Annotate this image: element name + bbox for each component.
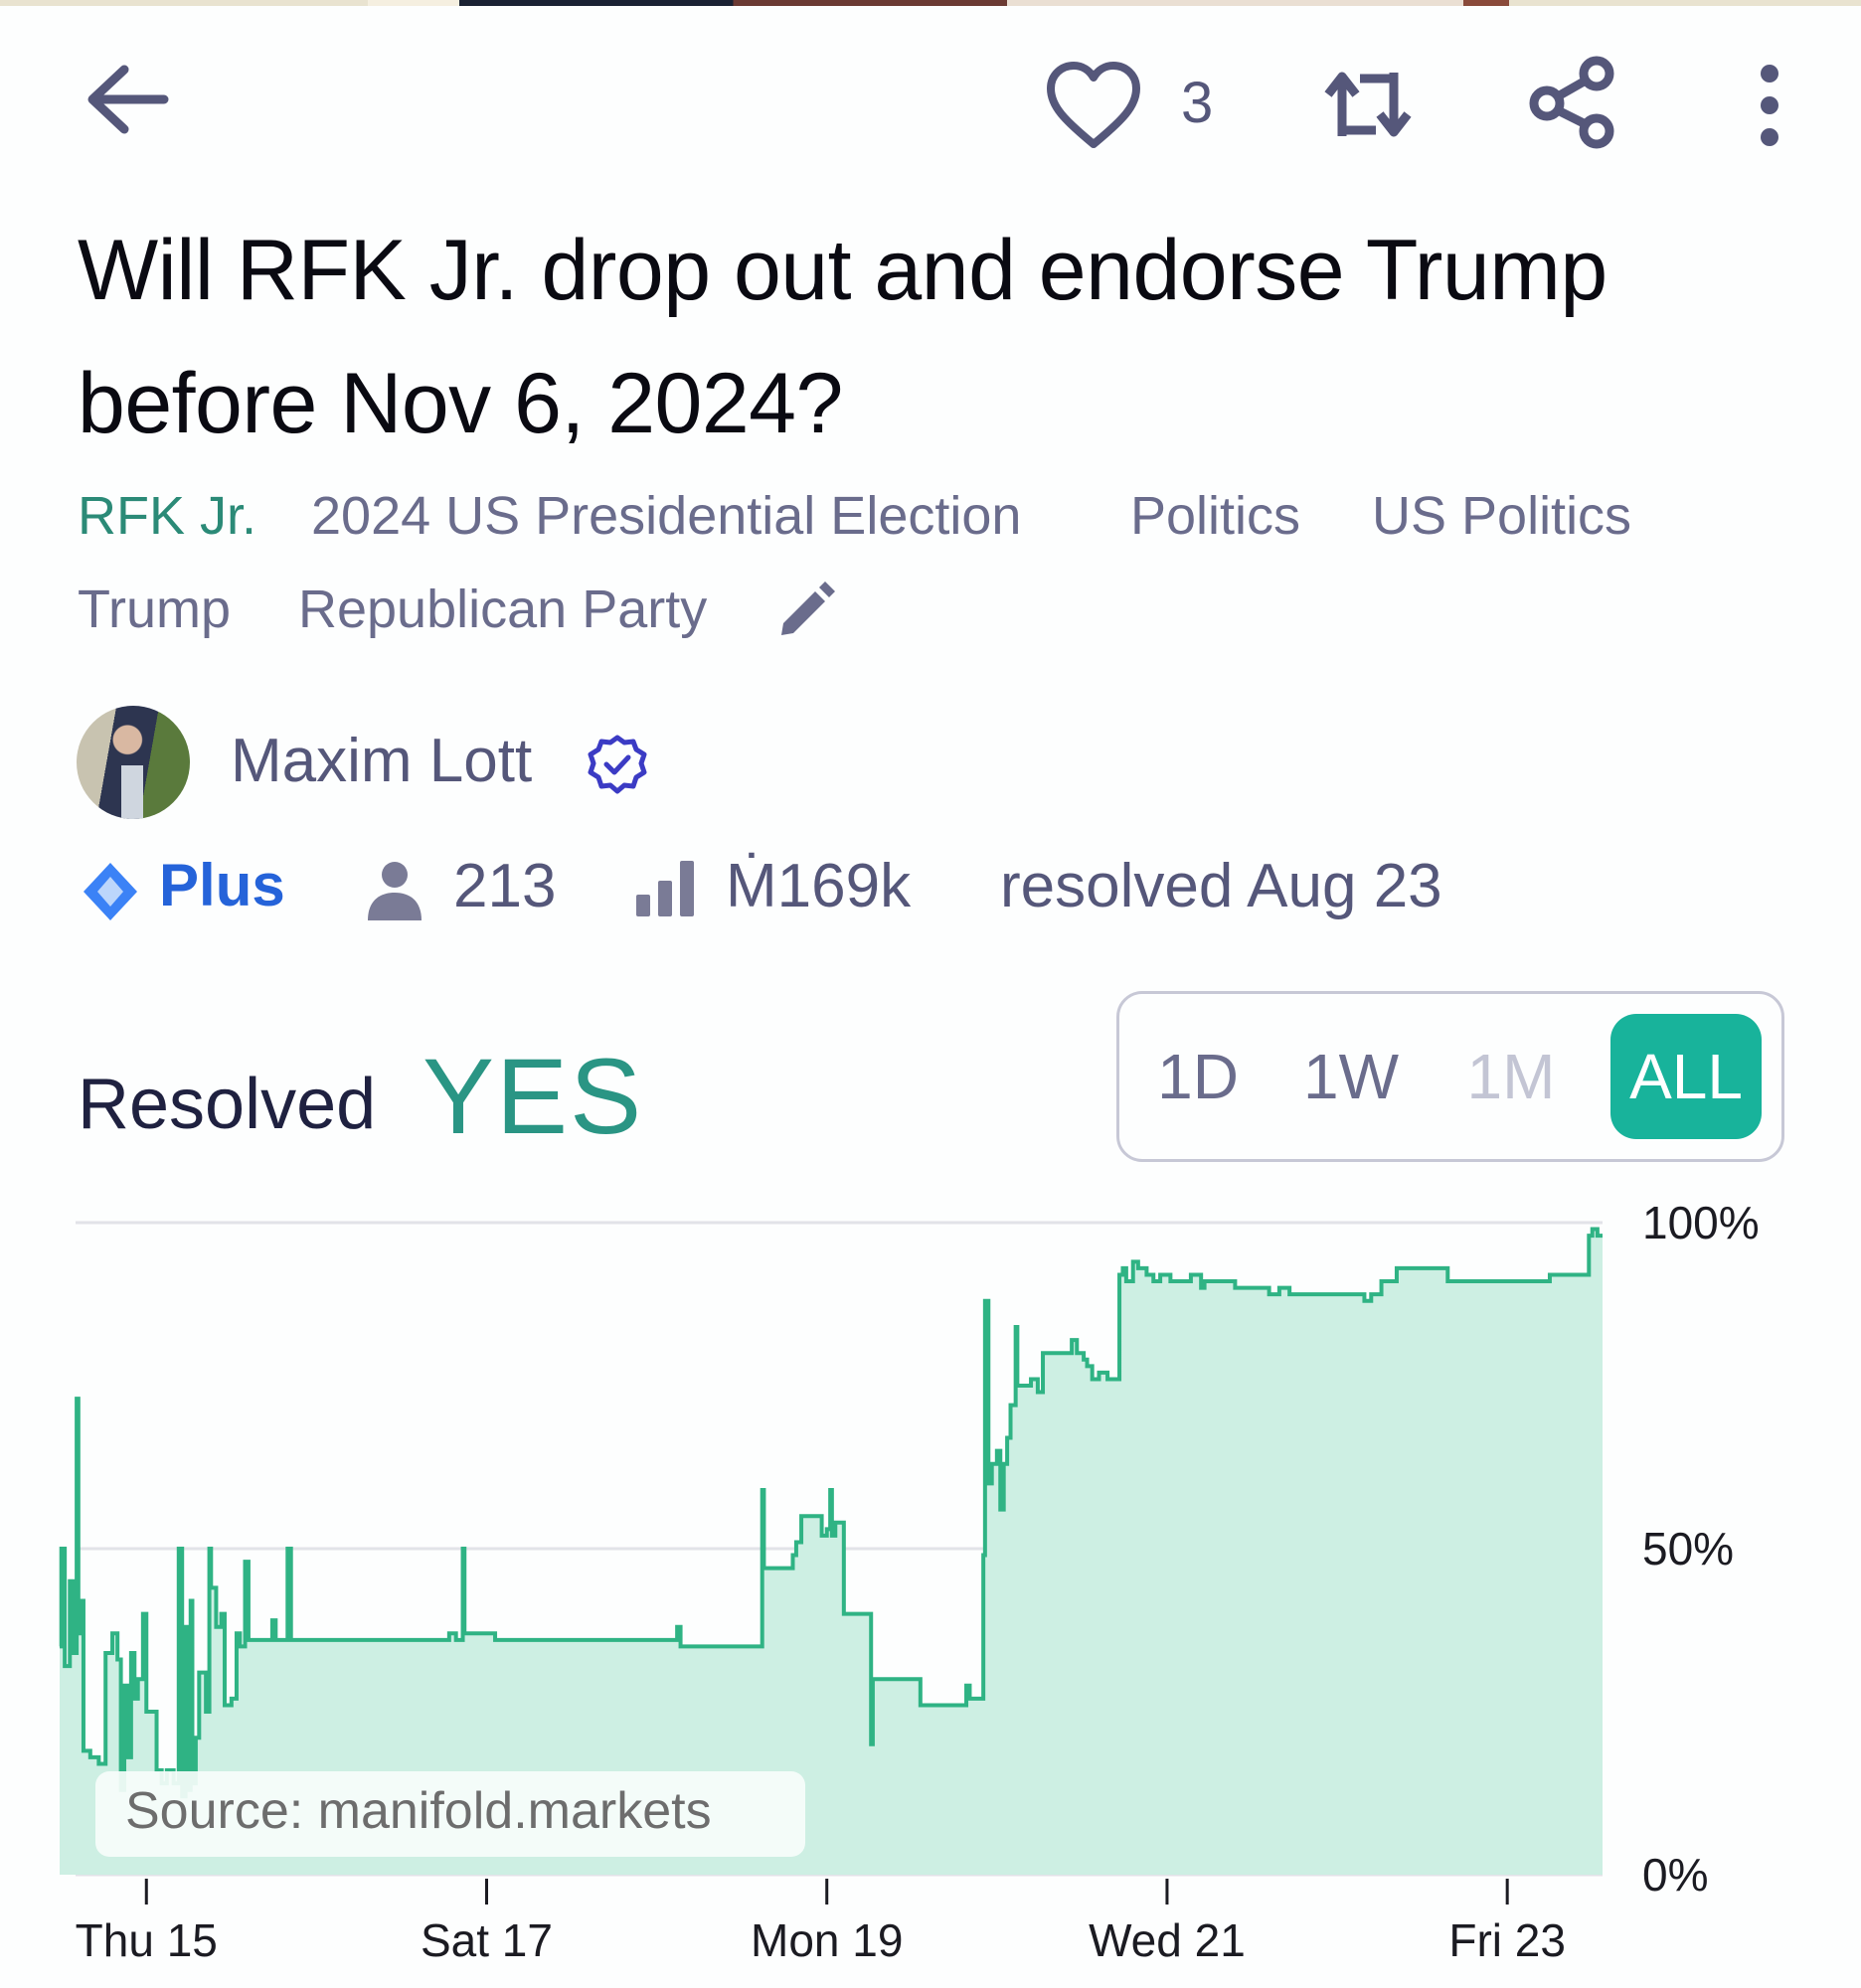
probability-chart: 100% 50% 0% Thu 15 Sat 17 Mon 19 Wed 21 Fri 23: [59, 1197, 1760, 1966]
author-avatar[interactable]: [77, 706, 190, 819]
source-watermark: Source: manifold.markets: [95, 1771, 805, 1857]
tag-us-politics[interactable]: US Politics: [1372, 485, 1631, 547]
author-name[interactable]: Maxim Lott: [231, 726, 532, 796]
range-1w-button[interactable]: 1W: [1286, 1014, 1416, 1139]
verified-badge: [585, 734, 650, 804]
like-count: 3: [1181, 71, 1214, 135]
y-tick-label: 50%: [1642, 1523, 1734, 1574]
more-options-button[interactable]: [1740, 56, 1799, 155]
previous-image-edge: [368, 0, 1509, 6]
x-tick-label: Thu 15: [76, 1914, 218, 1966]
like-button[interactable]: [1044, 58, 1143, 153]
share-icon: [1529, 56, 1614, 149]
arrow-left-icon: [87, 65, 169, 134]
back-button[interactable]: [78, 50, 177, 149]
volume-amount: Ṁ169k: [726, 852, 912, 920]
resolved-date: resolved Aug 23: [1000, 852, 1442, 920]
resolution-value: YES: [423, 1036, 644, 1156]
more-vertical-icon: [1761, 65, 1778, 146]
heart-outline-icon: [1047, 62, 1140, 148]
traders-icon-wrap: [366, 861, 423, 925]
x-tick-label: Wed 21: [1089, 1914, 1246, 1966]
plus-tier-badge: [82, 861, 139, 927]
person-icon: [368, 862, 422, 920]
market-title: Will RFK Jr. drop out and endorse Trump …: [78, 223, 1607, 451]
tag-2024-us-presidential-election[interactable]: 2024 US Presidential Election: [311, 485, 1021, 547]
traders-count: 213: [453, 852, 557, 920]
tag-trump[interactable]: Trump: [78, 579, 231, 640]
diamond-icon: [84, 863, 137, 920]
pencil-icon: [781, 581, 835, 635]
tag-republican-party[interactable]: Republican Party: [298, 579, 707, 640]
verified-badge-icon: [588, 735, 647, 794]
repost-icon: [1324, 72, 1412, 137]
bar-chart-icon: [636, 861, 694, 916]
x-tick-label: Fri 23: [1448, 1914, 1566, 1966]
source-label: Source: manifold.markets: [125, 1782, 712, 1840]
range-1d-button[interactable]: 1D: [1133, 1014, 1263, 1139]
tag-rfk-jr[interactable]: RFK Jr.: [78, 485, 256, 547]
repost-button[interactable]: [1318, 60, 1418, 149]
x-tick-label: Mon 19: [751, 1914, 903, 1966]
tag-politics[interactable]: Politics: [1130, 485, 1300, 547]
share-button[interactable]: [1523, 52, 1622, 151]
y-tick-label: 0%: [1642, 1849, 1708, 1901]
resolution-label: Resolved: [78, 1065, 377, 1144]
plus-tier-label: Plus: [159, 852, 285, 918]
time-range-selector: 1D 1W 1M ALL: [1116, 991, 1784, 1162]
range-all-button[interactable]: ALL: [1610, 1014, 1762, 1139]
avatar-shirt: [121, 765, 143, 819]
x-tick-label: Sat 17: [421, 1914, 553, 1966]
y-tick-label: 100%: [1642, 1197, 1760, 1248]
range-1m-button: 1M: [1466, 1041, 1556, 1112]
edit-tags-button[interactable]: [775, 581, 835, 646]
volume-icon-wrap: [636, 861, 698, 921]
previous-content-strip: [0, 0, 1861, 6]
